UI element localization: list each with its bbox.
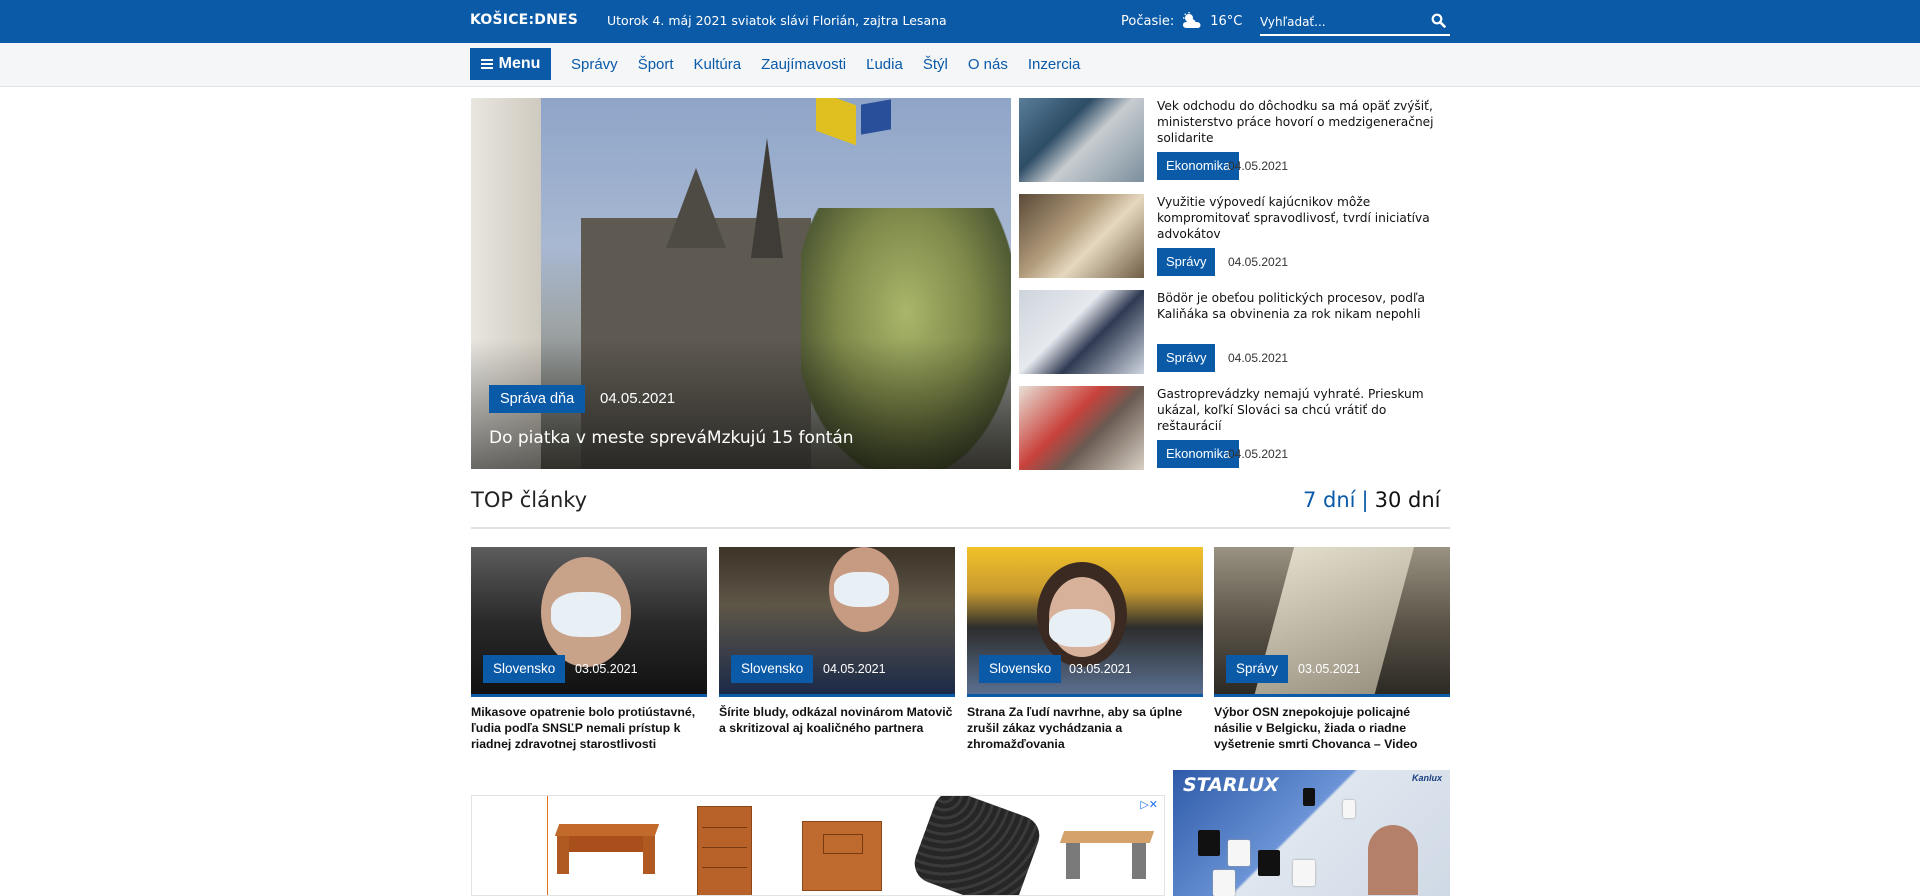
menu-button[interactable]: Menu xyxy=(470,48,551,80)
top-article-title[interactable]: Strana Za ľudí navrhne, aby sa úplne zru… xyxy=(967,704,1203,752)
weather-widget: Počasie: 16°C xyxy=(1121,12,1242,30)
hero-article[interactable]: Správa dňa 04.05.2021 Do piatka v meste … xyxy=(471,98,1011,469)
lamp-image xyxy=(1293,860,1315,886)
side-article[interactable]: Gastroprevádzky nemajú vyhraté. Prieskum… xyxy=(1019,386,1450,470)
ad-brand-logo-secondary: Kanlux xyxy=(1411,773,1442,783)
nav-link-styl[interactable]: Štýl xyxy=(923,56,948,73)
side-article-title[interactable]: Vek odchodu do dôchodku sa má opäť zvýši… xyxy=(1157,98,1450,146)
temperature: 16°C xyxy=(1210,13,1243,29)
article-thumbnail[interactable] xyxy=(1019,194,1144,278)
side-article-title[interactable]: Využitie výpovedí kajúcnikov môže kompro… xyxy=(1157,194,1450,242)
side-article[interactable]: Bödör je obeťou politických procesov, po… xyxy=(1019,290,1450,374)
divider xyxy=(471,527,1450,529)
lamp-image xyxy=(1228,840,1250,866)
category-badge[interactable]: Slovensko xyxy=(979,655,1062,683)
top-article-title[interactable]: Šírite bludy, odkázal novinárom Matovič … xyxy=(719,704,955,736)
hero-date: 04.05.2021 xyxy=(600,390,676,407)
category-badge[interactable]: Slovensko xyxy=(731,655,814,683)
desk-image xyxy=(554,824,660,874)
nav-link-sport[interactable]: Šport xyxy=(638,56,674,73)
category-badge[interactable]: Ekonomika xyxy=(1157,440,1240,468)
lamp-image xyxy=(1303,788,1315,806)
article-thumbnail[interactable] xyxy=(1019,386,1144,470)
article-date: 04.05.2021 xyxy=(1228,351,1289,365)
ad-banner-lighting[interactable]: STARLUX Kanlux xyxy=(1173,770,1450,896)
nav-link-inzercia[interactable]: Inzercia xyxy=(1028,56,1081,73)
hero-title[interactable]: Do piatka v meste spreváMzkujú 15 fontán xyxy=(489,428,854,448)
nav-link-o-nas[interactable]: O nás xyxy=(968,56,1008,73)
article-date: 04.05.2021 xyxy=(823,662,886,676)
article-thumbnail[interactable] xyxy=(1019,290,1144,374)
top-article-title[interactable]: Mikasove opatrenie bolo protiústavné, ľu… xyxy=(471,704,707,752)
article-date: 04.05.2021 xyxy=(1228,159,1289,173)
top-article-title[interactable]: Výbor OSN znepokojuje policajné násilie … xyxy=(1214,704,1450,752)
article-date: 04.05.2021 xyxy=(1228,447,1289,461)
category-badge[interactable]: Slovensko xyxy=(483,655,566,683)
top-period-tabs: 7 dní | 30 dní xyxy=(1303,488,1440,512)
lamp-image xyxy=(1258,850,1280,876)
top-bar: KOŠICE:DNES Utorok 4. máj 2021 sviatok s… xyxy=(0,0,1920,43)
dateline: Utorok 4. máj 2021 sviatok slávi Florián… xyxy=(607,13,947,28)
side-article[interactable]: Vek odchodu do dôchodku sa má opäť zvýši… xyxy=(1019,98,1450,182)
article-thumbnail[interactable] xyxy=(1019,98,1144,182)
drawer-cabinet-image xyxy=(697,806,752,895)
main-nav: Menu Správy Šport Kultúra Zaujímavosti Ľ… xyxy=(0,43,1920,87)
article-date: 03.05.2021 xyxy=(575,662,638,676)
weather-label: Počasie: xyxy=(1121,13,1175,29)
tab-separator: | xyxy=(1361,488,1369,512)
hamburger-icon xyxy=(480,59,493,69)
search-box xyxy=(1260,8,1450,36)
category-badge[interactable]: Správy xyxy=(1226,655,1289,683)
article-date: 03.05.2021 xyxy=(1298,662,1361,676)
lamp-image xyxy=(1198,830,1220,856)
side-article-title[interactable]: Bödör je obeťou politických procesov, po… xyxy=(1157,290,1450,322)
partly-cloudy-icon xyxy=(1183,12,1201,28)
nav-link-ludia[interactable]: Ľudia xyxy=(866,56,903,73)
category-badge[interactable]: Správy xyxy=(1157,344,1216,372)
menu-label: Menu xyxy=(498,55,541,72)
article-date: 04.05.2021 xyxy=(1228,255,1289,269)
site-logo[interactable]: KOŠICE:DNES xyxy=(470,12,578,28)
article-date: 03.05.2021 xyxy=(1069,662,1132,676)
ad-brand-logo: STARLUX xyxy=(1183,774,1279,796)
corner-desk-image xyxy=(1059,831,1155,881)
low-cabinet-image xyxy=(802,821,882,891)
tab-7-days[interactable]: 7 dní xyxy=(1303,488,1356,512)
tab-30-days[interactable]: 30 dní xyxy=(1375,488,1441,512)
nav-links: Správy Šport Kultúra Zaujímavosti Ľudia … xyxy=(571,56,1100,73)
nav-link-spravy[interactable]: Správy xyxy=(571,56,618,73)
adchoices-icon[interactable]: ▷✕ xyxy=(1140,798,1158,811)
category-badge[interactable]: Ekonomika xyxy=(1157,152,1240,180)
lamp-image xyxy=(1213,870,1235,896)
side-article[interactable]: Využitie výpovedí kajúcnikov môže kompro… xyxy=(1019,194,1450,278)
search-icon[interactable] xyxy=(1431,13,1446,28)
search-input[interactable] xyxy=(1260,12,1420,32)
hero-category-badge[interactable]: Správa dňa xyxy=(489,385,586,413)
mat-roll-image xyxy=(909,796,1045,895)
ad-banner-furniture[interactable]: ▷✕ xyxy=(471,795,1165,896)
top-articles-heading: TOP články xyxy=(471,488,588,512)
nav-link-zaujimavosti[interactable]: Zaujímavosti xyxy=(761,56,846,73)
nav-link-kultura[interactable]: Kultúra xyxy=(694,56,742,73)
category-badge[interactable]: Správy xyxy=(1157,248,1216,276)
side-article-title[interactable]: Gastroprevádzky nemajú vyhraté. Prieskum… xyxy=(1157,386,1450,434)
person-image xyxy=(1368,825,1418,895)
lamp-image xyxy=(1343,800,1355,818)
